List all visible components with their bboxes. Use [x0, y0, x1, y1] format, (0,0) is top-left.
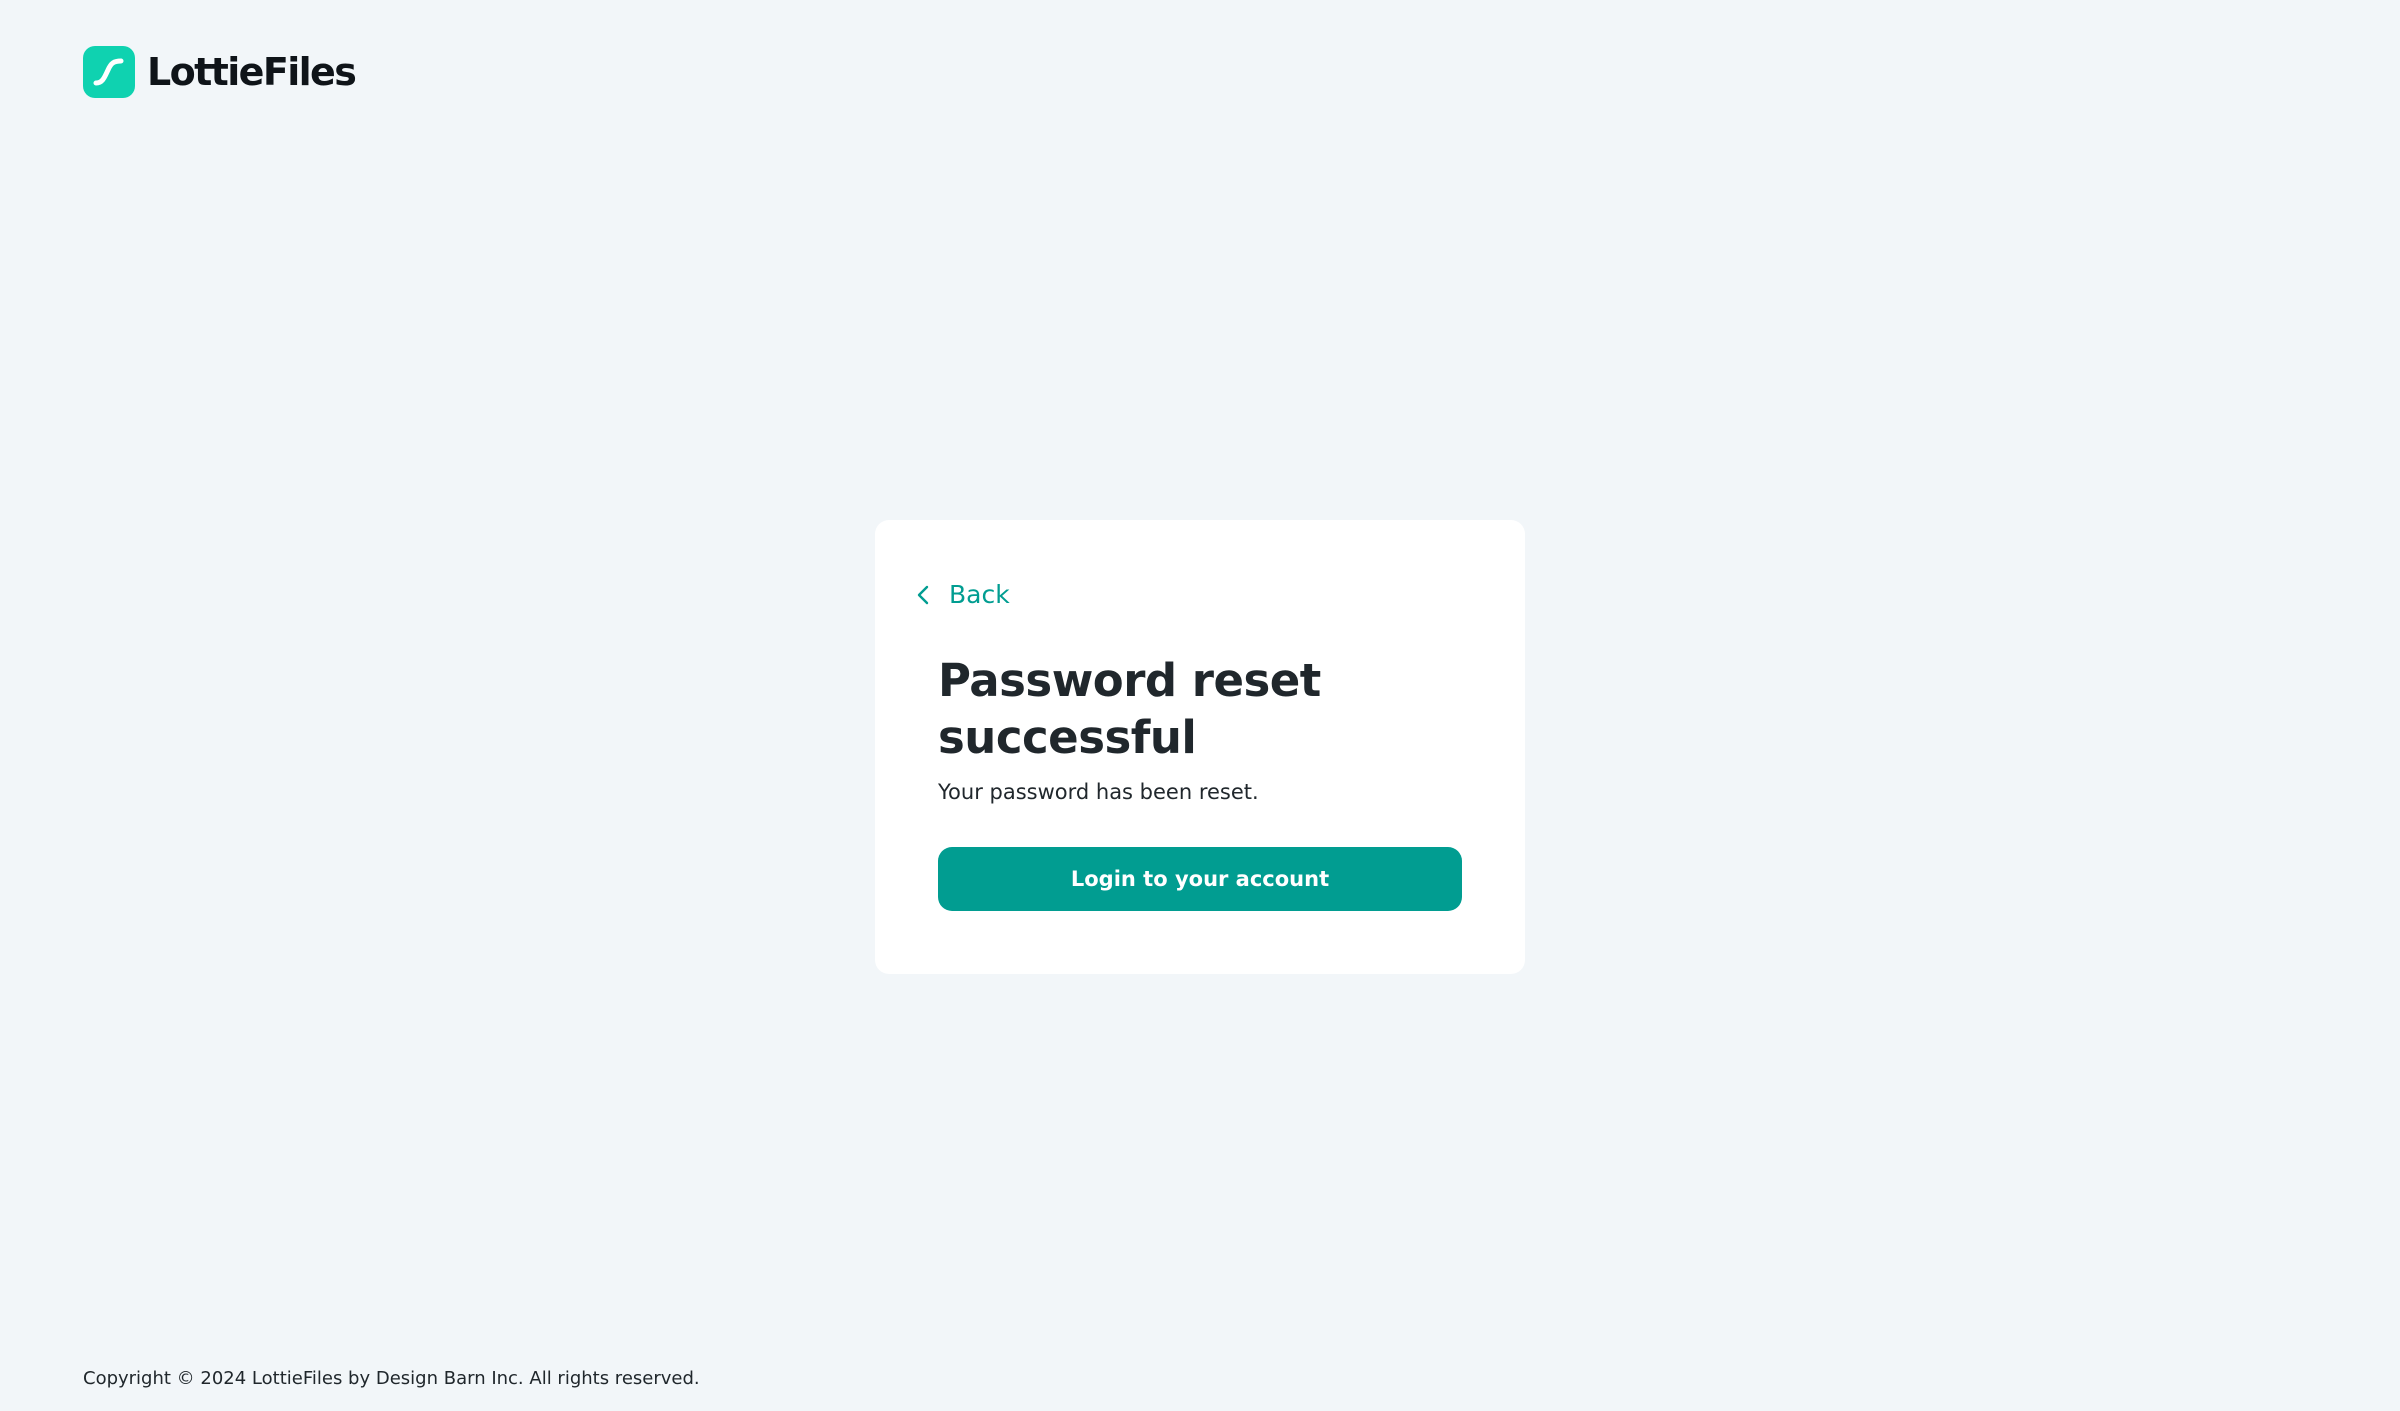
lottiefiles-logo-icon [83, 46, 135, 98]
copyright-footer: Copyright © 2024 LottieFiles by Design B… [83, 1368, 700, 1389]
back-label: Back [949, 580, 1010, 609]
logo-wordmark: LottieFiles [147, 50, 357, 94]
reset-success-card: Back Password reset successful Your pass… [875, 520, 1525, 974]
login-button[interactable]: Login to your account [938, 847, 1462, 911]
back-link[interactable]: Back [911, 580, 1010, 609]
page-title: Password reset successful [938, 654, 1321, 764]
success-message: Your password has been reset. [938, 780, 1259, 804]
lottiefiles-logo[interactable]: LottieFiles [83, 46, 357, 98]
chevron-left-icon [911, 581, 935, 609]
